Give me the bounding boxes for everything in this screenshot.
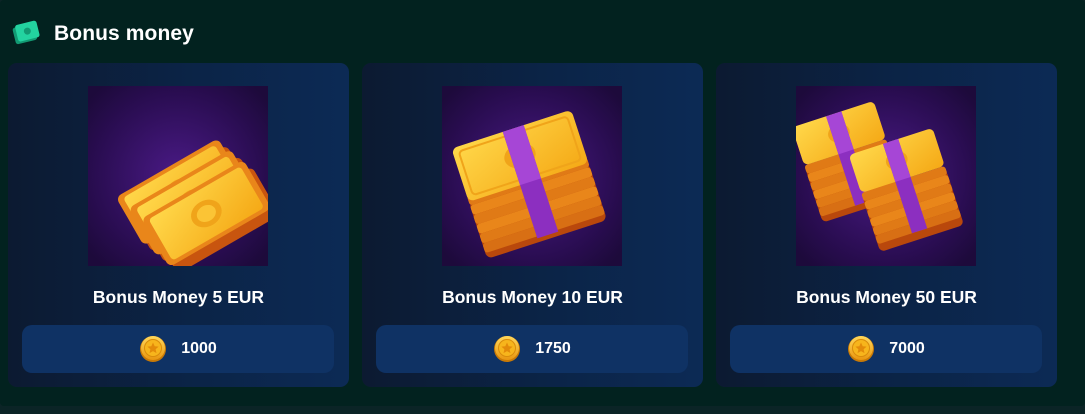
offer-title: Bonus Money 50 EUR — [796, 287, 977, 307]
star-coin-icon — [848, 336, 875, 362]
offer-title: Bonus Money 10 EUR — [442, 287, 623, 307]
offer-card-5-eur[interactable]: Bonus Money 5 EUR 1000 — [8, 63, 349, 387]
buy-button[interactable]: 1750 — [376, 325, 688, 373]
star-coin-icon — [140, 336, 167, 362]
buy-button[interactable]: 7000 — [730, 325, 1042, 373]
bonus-money-section: Bonus money Bonus Money 5 EUR 1000 Bonus… — [0, 0, 1085, 406]
loose-banknotes-icon — [88, 86, 268, 266]
price-value: 1750 — [535, 340, 571, 357]
section-title: Bonus money — [54, 22, 194, 45]
banknote-stack-icon — [442, 86, 622, 266]
cash-icon — [12, 20, 40, 45]
double-banknote-stack-icon — [796, 86, 976, 266]
offer-list: Bonus Money 5 EUR 1000 Bonus Money 10 EU… — [8, 63, 1057, 387]
price-value: 1000 — [181, 340, 217, 357]
star-coin-icon — [494, 336, 521, 362]
section-header: Bonus money — [10, 18, 194, 50]
offer-card-50-eur[interactable]: Bonus Money 50 EUR 7000 — [716, 63, 1057, 387]
price-value: 7000 — [889, 340, 925, 357]
offer-card-10-eur[interactable]: Bonus Money 10 EUR 1750 — [362, 63, 703, 387]
offer-title: Bonus Money 5 EUR — [92, 287, 265, 307]
buy-button[interactable]: 1000 — [22, 325, 334, 373]
